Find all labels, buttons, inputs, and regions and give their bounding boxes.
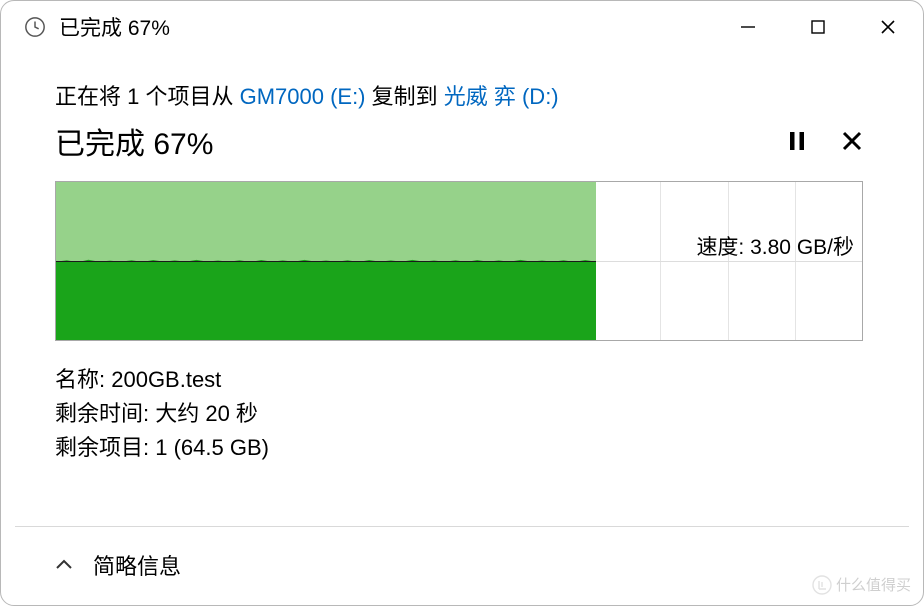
speed-chart: 速度: 3.80 GB/秒	[55, 181, 863, 341]
watermark: 什么值得买	[812, 574, 911, 595]
watermark-text: 什么值得买	[836, 574, 911, 595]
pause-button[interactable]	[787, 130, 807, 152]
destination-link[interactable]: 光威 弈 (D:)	[444, 84, 559, 109]
window-title: 已完成 67%	[59, 12, 170, 42]
desc-prefix: 正在将 1 个项目从	[55, 84, 240, 109]
detail-time-remaining: 剩余时间: 大约 20 秒	[55, 397, 869, 431]
maximize-button[interactable]	[783, 1, 853, 53]
chart-midline-dark	[56, 261, 596, 262]
desc-mid: 复制到	[366, 84, 444, 109]
clock-icon	[23, 15, 47, 39]
items-label: 剩余项目:	[55, 435, 155, 460]
time-value: 大约 20 秒	[155, 401, 258, 426]
footer-divider	[15, 526, 909, 527]
name-label: 名称:	[55, 367, 111, 392]
source-link[interactable]: GM7000 (E:)	[240, 84, 366, 109]
window-controls	[713, 1, 923, 53]
transfer-details: 名称: 200GB.test 剩余时间: 大约 20 秒 剩余项目: 1 (64…	[55, 363, 869, 465]
titlebar: 已完成 67%	[1, 1, 923, 53]
details-toggle-label: 简略信息	[93, 549, 181, 581]
speed-label-text: 速度:	[696, 236, 750, 259]
copy-description: 正在将 1 个项目从 GM7000 (E:) 复制到 光威 弈 (D:)	[55, 79, 869, 111]
time-label: 剩余时间:	[55, 401, 155, 426]
minimize-button[interactable]	[713, 1, 783, 53]
chevron-up-icon	[55, 559, 73, 571]
chart-fill-lower	[56, 261, 596, 340]
copy-dialog-window: 已完成 67% 正在将 1 个项目从 GM7000 (E:) 复制到 光威 弈 …	[0, 0, 924, 606]
progress-heading: 已完成 67%	[55, 119, 213, 163]
name-value: 200GB.test	[111, 367, 221, 392]
speed-label: 速度: 3.80 GB/秒	[696, 231, 854, 261]
dialog-body: 正在将 1 个项目从 GM7000 (E:) 复制到 光威 弈 (D:) 已完成…	[1, 53, 923, 465]
cancel-button[interactable]	[841, 130, 863, 152]
transfer-controls	[787, 130, 869, 152]
status-row: 已完成 67%	[55, 119, 869, 163]
details-toggle[interactable]: 简略信息	[55, 549, 181, 581]
chart-fill-upper	[56, 182, 596, 261]
items-value: 1 (64.5 GB)	[155, 435, 269, 460]
close-button[interactable]	[853, 1, 923, 53]
watermark-icon	[812, 575, 832, 595]
detail-items-remaining: 剩余项目: 1 (64.5 GB)	[55, 431, 869, 465]
chart-midline-light	[596, 261, 862, 262]
speed-label-value: 3.80 GB/秒	[750, 236, 854, 259]
detail-name: 名称: 200GB.test	[55, 363, 869, 397]
